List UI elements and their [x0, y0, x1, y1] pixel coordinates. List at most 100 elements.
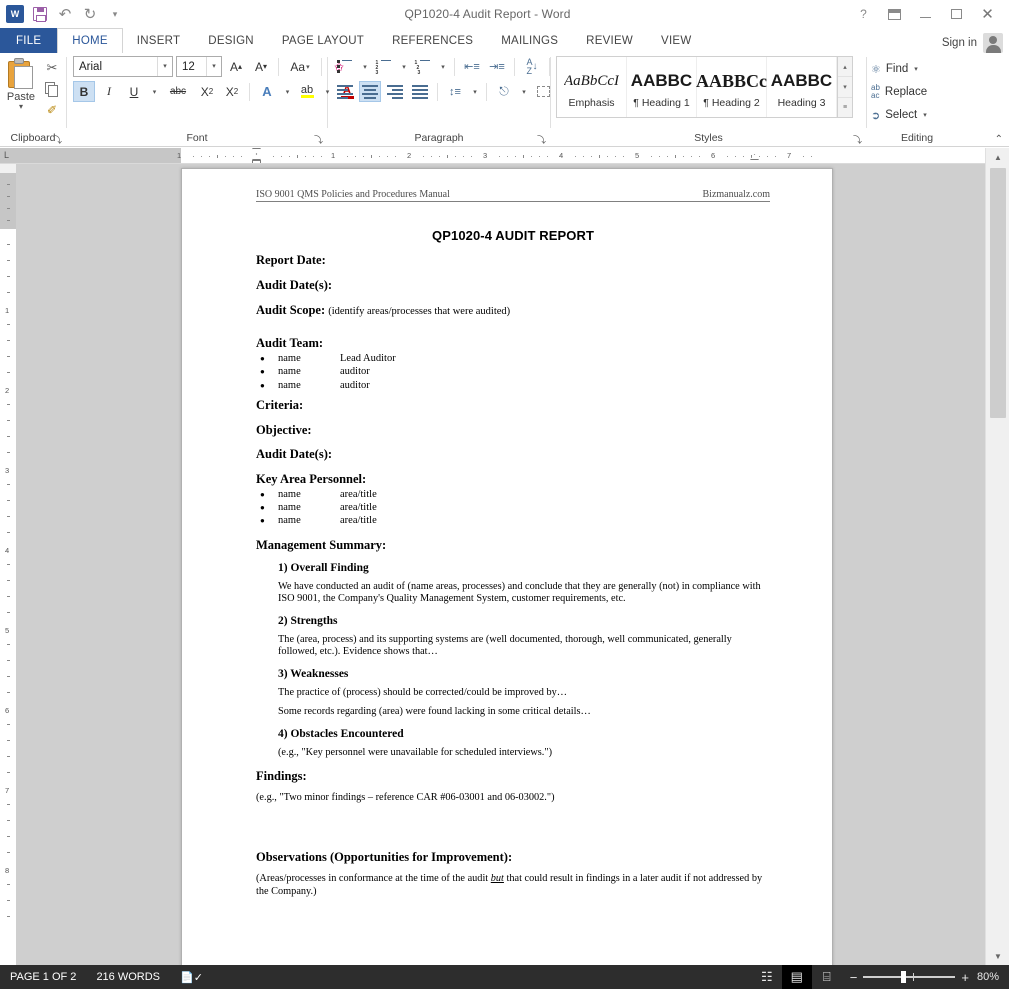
- align-center-button[interactable]: [359, 81, 381, 102]
- replace-button[interactable]: ab ac Replace: [867, 82, 927, 102]
- styles-scroll-down-icon[interactable]: ▾: [838, 77, 852, 98]
- increase-indent-button[interactable]: ⇥≡: [486, 56, 508, 77]
- style-heading-1[interactable]: AABBC ¶ Heading 1: [627, 57, 697, 117]
- scrollbar-thumb[interactable]: [990, 168, 1006, 418]
- save-icon[interactable]: [28, 3, 52, 25]
- close-icon[interactable]: ✕: [972, 1, 1003, 27]
- zoom-out-button[interactable]: −: [850, 971, 858, 984]
- numbering-dropdown-icon[interactable]: ▾: [398, 56, 409, 77]
- subscript-button[interactable]: X2: [196, 81, 218, 102]
- style-preview: AABBC: [630, 71, 693, 90]
- copy-button[interactable]: [42, 80, 62, 98]
- web-layout-button[interactable]: ⌸: [812, 965, 842, 989]
- horizontal-ruler[interactable]: 1 1 2 3 4 5 6 7 L: [0, 148, 1009, 164]
- strikethrough-button[interactable]: abc: [163, 81, 193, 102]
- zoom-thumb[interactable]: [901, 971, 907, 984]
- customize-qat-icon[interactable]: ▾: [103, 3, 127, 25]
- zoom-slider[interactable]: − +: [842, 971, 977, 984]
- scroll-down-icon[interactable]: ▼: [986, 947, 1009, 965]
- tab-file[interactable]: FILE: [0, 28, 58, 53]
- restore-icon[interactable]: [941, 1, 972, 27]
- style-emphasis[interactable]: AaBbCcI Emphasis: [557, 57, 627, 117]
- align-left-button[interactable]: [334, 81, 356, 102]
- style-heading-2[interactable]: AABBCс ¶ Heading 2: [696, 57, 767, 117]
- font-dialog-launcher[interactable]: ⤵: [314, 136, 323, 145]
- font-size-dropdown-icon[interactable]: ▾: [206, 57, 221, 76]
- italic-button[interactable]: I: [98, 81, 120, 102]
- align-right-button[interactable]: [384, 81, 406, 102]
- tab-stop-selector[interactable]: L: [4, 150, 9, 160]
- bullets-dropdown-icon[interactable]: ▾: [359, 56, 370, 77]
- styles-dialog-launcher[interactable]: ⤵: [853, 136, 862, 145]
- style-heading-3[interactable]: AABBC Heading 3: [767, 57, 837, 117]
- multilevel-list-button[interactable]: 123: [412, 56, 434, 77]
- proofing-status-icon[interactable]: 📄✓: [170, 971, 213, 984]
- shading-dropdown-icon[interactable]: ▾: [518, 81, 529, 102]
- paste-caret-icon[interactable]: ▾: [19, 103, 23, 111]
- underline-dropdown-icon[interactable]: ▾: [148, 81, 160, 102]
- underline-button[interactable]: U: [123, 81, 145, 102]
- read-mode-button[interactable]: ☷: [752, 965, 782, 989]
- document-workspace[interactable]: ISO 9001 QMS Policies and Procedures Man…: [16, 164, 985, 965]
- justify-button[interactable]: [409, 81, 431, 102]
- font-size-input[interactable]: 12 ▾: [176, 56, 222, 77]
- help-icon[interactable]: ?: [848, 1, 879, 27]
- tab-mailings[interactable]: MAILINGS: [487, 28, 572, 53]
- find-dropdown-icon[interactable]: ▾: [914, 65, 918, 73]
- tab-insert[interactable]: INSERT: [123, 28, 194, 53]
- format-painter-button[interactable]: ✐: [42, 101, 62, 119]
- find-button[interactable]: ⚛ Find ▾: [867, 59, 918, 79]
- word-count[interactable]: 216 WORDS: [86, 971, 170, 983]
- line-spacing-button[interactable]: ↕≡: [444, 81, 466, 102]
- collapse-ribbon-icon[interactable]: ⌃: [995, 134, 1003, 145]
- select-button[interactable]: ➲ Select ▾: [867, 105, 927, 125]
- page-indicator[interactable]: PAGE 1 OF 2: [0, 971, 86, 983]
- grow-font-button[interactable]: A ▴: [225, 56, 247, 77]
- shrink-font-button[interactable]: A ▾: [250, 56, 272, 77]
- paste-button[interactable]: Paste ▾: [0, 56, 42, 111]
- tab-page-layout[interactable]: PAGE LAYOUT: [268, 28, 378, 53]
- ribbon-display-options-icon[interactable]: [879, 1, 910, 27]
- bold-button[interactable]: B: [73, 81, 95, 102]
- text-effects-button[interactable]: A: [256, 81, 278, 102]
- styles-scroll-up-icon[interactable]: ▴: [838, 57, 852, 78]
- clipboard-dialog-launcher[interactable]: ⤵: [53, 136, 62, 145]
- multilevel-dropdown-icon[interactable]: ▾: [437, 56, 448, 77]
- tab-home[interactable]: HOME: [57, 28, 123, 53]
- change-case-button[interactable]: Aa ▾: [285, 56, 315, 77]
- font-name-input[interactable]: Arial ▾: [73, 56, 173, 77]
- tab-references[interactable]: REFERENCES: [378, 28, 487, 53]
- redo-icon[interactable]: ↻: [78, 3, 102, 25]
- select-dropdown-icon[interactable]: ▾: [923, 111, 927, 119]
- styles-more-icon[interactable]: ≡: [838, 97, 852, 117]
- undo-icon[interactable]: ↶: [53, 3, 77, 25]
- scroll-up-icon[interactable]: ▲: [986, 148, 1009, 166]
- tab-design[interactable]: DESIGN: [194, 28, 268, 53]
- font-name-dropdown-icon[interactable]: ▾: [157, 57, 172, 76]
- tab-view[interactable]: VIEW: [647, 28, 705, 53]
- zoom-level[interactable]: 80%: [977, 971, 1009, 983]
- word-logo-icon[interactable]: W: [3, 3, 27, 25]
- vertical-ruler[interactable]: 1 2 3 4 5 6 7 8: [0, 164, 16, 965]
- text-effects-dropdown-icon[interactable]: ▾: [281, 81, 293, 102]
- line-spacing-dropdown-icon[interactable]: ▾: [469, 81, 480, 102]
- superscript-button[interactable]: X2: [221, 81, 243, 102]
- zoom-track[interactable]: [863, 971, 956, 984]
- avatar[interactable]: [983, 33, 1003, 53]
- sort-button[interactable]: A Z ↓: [521, 56, 543, 77]
- document-body[interactable]: ISO 9001 QMS Policies and Procedures Man…: [256, 189, 770, 898]
- highlight-button[interactable]: ab: [296, 81, 318, 102]
- shading-button[interactable]: ⎋: [493, 81, 515, 102]
- zoom-in-button[interactable]: +: [961, 971, 969, 984]
- sign-in-link[interactable]: Sign in: [942, 37, 977, 49]
- print-layout-button[interactable]: ▤: [781, 965, 812, 989]
- paragraph-dialog-launcher[interactable]: ⤵: [537, 136, 546, 145]
- cut-button[interactable]: ✂: [42, 59, 62, 77]
- bullets-button[interactable]: [334, 56, 356, 77]
- document-page[interactable]: ISO 9001 QMS Policies and Procedures Man…: [181, 168, 833, 965]
- minimize-icon[interactable]: [910, 1, 941, 27]
- vertical-scrollbar[interactable]: ▲ ▼: [985, 148, 1009, 965]
- decrease-indent-button[interactable]: ⇤≡: [461, 56, 483, 77]
- numbering-button[interactable]: 123: [373, 56, 395, 77]
- tab-review[interactable]: REVIEW: [572, 28, 647, 53]
